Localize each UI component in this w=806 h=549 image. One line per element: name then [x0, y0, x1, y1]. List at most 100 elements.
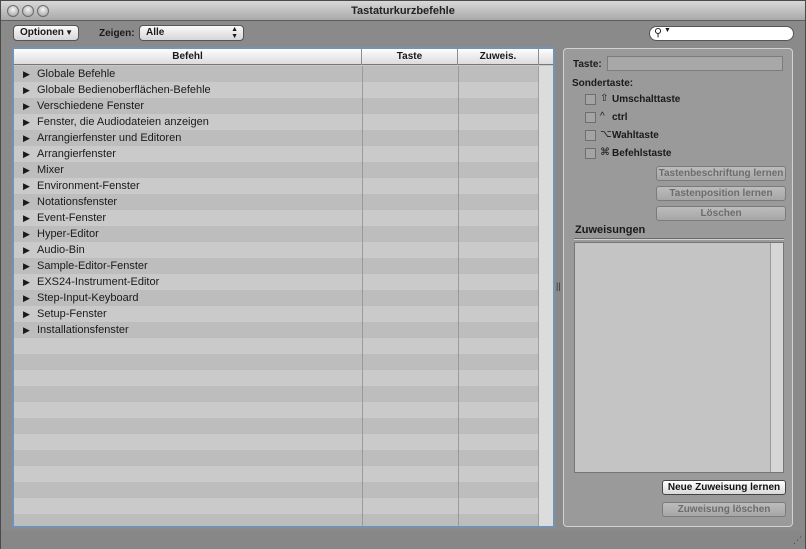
key-assignment-panel: Taste: Sondertaste: ⇧ Umschalttaste ^ ct…: [563, 48, 793, 527]
window-bottom-bar: ⋰: [1, 531, 805, 549]
title-bar[interactable]: Tastaturkurzbefehle: [1, 1, 805, 21]
table-row[interactable]: ▶ Event-Fenster: [14, 210, 538, 226]
disclosure-triangle-icon[interactable]: ▶: [23, 146, 30, 162]
disclosure-triangle-icon[interactable]: ▶: [23, 258, 30, 274]
disclosure-triangle-icon[interactable]: ▶: [23, 226, 30, 242]
search-menu-arrow-icon: ▼: [664, 27, 671, 34]
table-row[interactable]: ▶ Mixer: [14, 162, 538, 178]
table-row[interactable]: ▶ Hyper-Editor: [14, 226, 538, 242]
table-row[interactable]: ▶ Environment-Fenster: [14, 178, 538, 194]
disclosure-triangle-icon[interactable]: ▶: [23, 66, 30, 82]
split-divider-handle-icon[interactable]: ||: [556, 281, 561, 291]
disclosure-triangle-icon[interactable]: ▶: [23, 114, 30, 130]
commands-table[interactable]: Befehl Taste Zuweis. ▶ Globale Befehle ▶ Gl…: [12, 47, 555, 528]
table-row[interactable]: ▶ Notationsfenster: [14, 194, 538, 210]
table-row[interactable]: ▶ Installationsfenster: [14, 322, 538, 338]
command-label: Befehlstaste: [612, 148, 672, 159]
disclosure-triangle-icon[interactable]: ▶: [23, 98, 30, 114]
zoom-button[interactable]: [37, 5, 49, 17]
table-row[interactable]: ▶ Verschiedene Fenster: [14, 98, 538, 114]
empty-table-row: [14, 402, 538, 418]
assignments-scrollbar[interactable]: [770, 243, 783, 472]
option-checkbox[interactable]: [585, 130, 596, 141]
column-header-taste[interactable]: Taste: [362, 49, 458, 65]
disclosure-triangle-icon[interactable]: ▶: [23, 82, 30, 98]
shortcut-window: Tastaturkurzbefehle Optionen ▼ Zeigen: A…: [0, 0, 806, 549]
column-divider: [458, 66, 459, 526]
updown-arrows-icon: ▲ ▼: [231, 26, 238, 40]
disclosure-triangle-icon[interactable]: ▶: [23, 306, 30, 322]
disclosure-triangle-icon[interactable]: ▶: [23, 322, 30, 338]
table-row[interactable]: ▶ Step-Input-Keyboard: [14, 290, 538, 306]
row-label: Mixer: [37, 164, 64, 176]
window-title: Tastaturkurzbefehle: [351, 5, 455, 17]
empty-table-row: [14, 466, 538, 482]
row-label: Audio-Bin: [37, 244, 85, 256]
minimize-button[interactable]: [22, 5, 34, 17]
command-checkbox[interactable]: [585, 148, 596, 159]
row-label: Fenster, die Audiodateien anzeigen: [37, 116, 209, 128]
option-label: Wahltaste: [612, 130, 659, 141]
table-body: ▶ Globale Befehle ▶ Globale Bedienoberfläch…: [14, 66, 538, 526]
row-label: Hyper-Editor: [37, 228, 99, 240]
shift-checkbox[interactable]: [585, 94, 596, 105]
search-field[interactable]: ⚲ ▼: [649, 26, 794, 41]
table-row[interactable]: ▶ Fenster, die Audiodateien anzeigen: [14, 114, 538, 130]
assignments-list[interactable]: [574, 242, 784, 473]
table-scrollbar[interactable]: [538, 66, 553, 526]
learn-key-label-button[interactable]: Tastenbeschriftung lernen: [656, 166, 786, 181]
disclosure-triangle-icon[interactable]: ▶: [23, 162, 30, 178]
row-label: Globale Befehle: [37, 68, 116, 80]
disclosure-triangle-icon[interactable]: ▶: [23, 130, 30, 146]
disclosure-triangle-icon[interactable]: ▶: [23, 210, 30, 226]
command-icon: ⌘: [600, 147, 610, 158]
table-row[interactable]: ▶ Arrangierfenster: [14, 146, 538, 162]
empty-table-row: [14, 370, 538, 386]
table-row[interactable]: ▶ EXS24-Instrument-Editor: [14, 274, 538, 290]
disclosure-triangle-icon[interactable]: ▶: [23, 242, 30, 258]
table-row[interactable]: ▶ Sample-Editor-Fenster: [14, 258, 538, 274]
empty-table-row: [14, 482, 538, 498]
column-divider: [362, 66, 363, 526]
row-label: EXS24-Instrument-Editor: [37, 276, 160, 288]
table-row[interactable]: ▶ Globale Befehle: [14, 66, 538, 82]
options-menu-button[interactable]: Optionen ▼: [13, 25, 79, 41]
search-icon: ⚲: [654, 27, 663, 39]
disclosure-triangle-icon[interactable]: ▶: [23, 178, 30, 194]
assignments-separator: [574, 238, 784, 240]
row-label: Event-Fenster: [37, 212, 107, 224]
learn-key-position-button[interactable]: Tastenposition lernen: [656, 186, 786, 201]
zeigen-label: Zeigen:: [99, 28, 135, 39]
table-row[interactable]: ▶ Setup-Fenster: [14, 306, 538, 322]
column-header-befehl[interactable]: Befehl: [14, 49, 362, 65]
disclosure-triangle-icon[interactable]: ▶: [23, 290, 30, 306]
sondertaste-label: Sondertaste:: [572, 78, 634, 89]
disclosure-triangle-icon[interactable]: ▶: [23, 194, 30, 210]
learn-new-assignment-button[interactable]: Neue Zuweisung lernen: [662, 480, 786, 495]
taste-input[interactable]: [607, 56, 783, 71]
shift-label: Umschalttaste: [612, 94, 681, 105]
empty-table-row: [14, 386, 538, 402]
delete-key-button[interactable]: Löschen: [656, 206, 786, 221]
column-header-zuweis[interactable]: Zuweis.: [458, 49, 539, 65]
disclosure-triangle-icon[interactable]: ▶: [23, 274, 30, 290]
zeigen-select[interactable]: Alle ▲ ▼: [139, 25, 244, 41]
close-button[interactable]: [7, 5, 19, 17]
empty-table-row: [14, 514, 538, 526]
popup-arrow-icon: ▼: [65, 28, 73, 37]
row-label: Arrangierfenster: [37, 148, 116, 160]
table-row[interactable]: ▶ Audio-Bin: [14, 242, 538, 258]
taste-label: Taste:: [573, 59, 602, 70]
ctrl-checkbox[interactable]: [585, 112, 596, 123]
resize-grip-icon[interactable]: ⋰: [793, 535, 802, 546]
empty-table-row: [14, 434, 538, 450]
table-row[interactable]: ▶ Arrangierfenster und Editoren: [14, 130, 538, 146]
table-header: Befehl Taste Zuweis.: [14, 49, 553, 65]
options-label: Optionen: [20, 27, 64, 38]
ctrl-label: ctrl: [612, 112, 628, 123]
row-label: Notationsfenster: [37, 196, 118, 208]
row-label: Step-Input-Keyboard: [37, 292, 139, 304]
table-row[interactable]: ▶ Globale Bedienoberflächen-Befehle: [14, 82, 538, 98]
delete-assignment-button[interactable]: Zuweisung löschen: [662, 502, 786, 517]
control-icon: ^: [600, 111, 605, 122]
